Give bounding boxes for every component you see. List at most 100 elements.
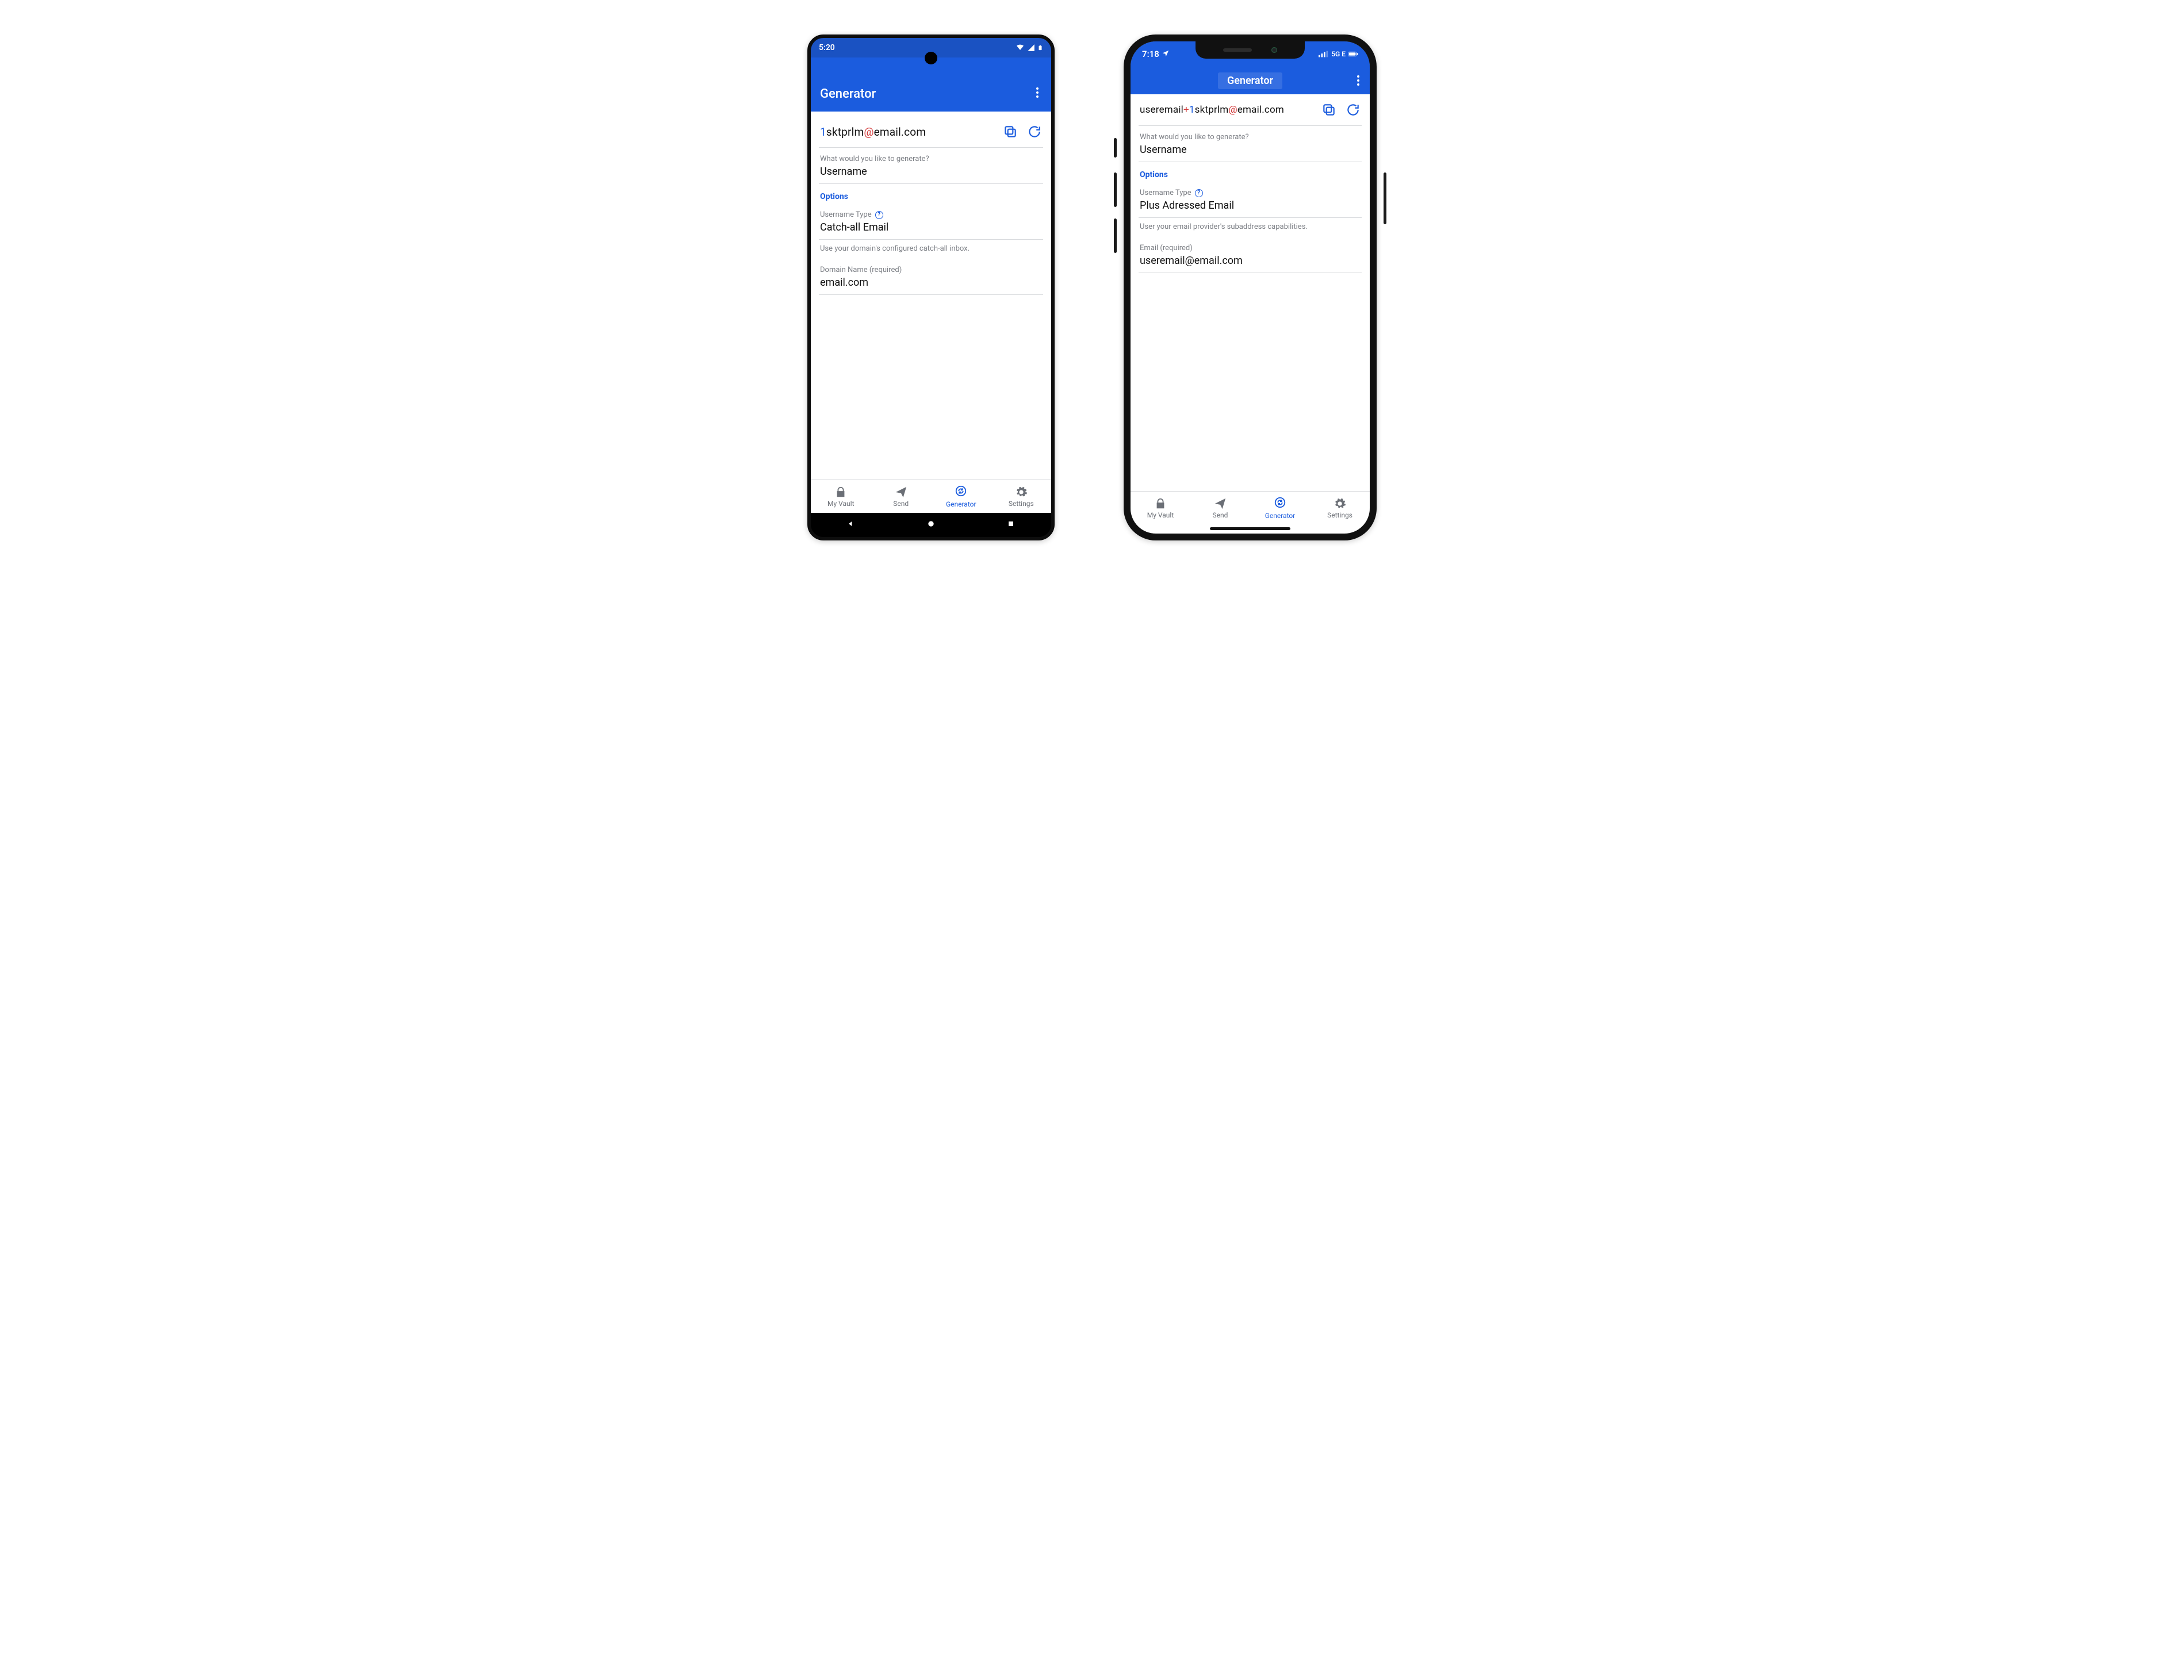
- network-label: 5G E: [1331, 50, 1346, 58]
- tab-send[interactable]: Send: [871, 480, 932, 513]
- speaker-grille: [1223, 48, 1252, 52]
- home-indicator[interactable]: [1210, 527, 1290, 530]
- generated-value: useremail+1sktprlm@email.com: [1140, 104, 1284, 116]
- generated-digit: 1: [1189, 104, 1195, 116]
- generated-value: 1sktprlm@email.com: [820, 125, 926, 139]
- username-type-helper: User your email provider's subaddress ca…: [1139, 218, 1362, 231]
- status-icons: [1016, 43, 1043, 52]
- clock: 7:18: [1142, 49, 1159, 59]
- generate-type-field[interactable]: What would you like to generate? Usernam…: [1139, 126, 1362, 162]
- location-icon: [1162, 49, 1170, 57]
- overflow-menu-button[interactable]: [1033, 84, 1042, 101]
- username-type-field[interactable]: Username Type ? Catch-all Email: [819, 204, 1043, 240]
- generated-plus: +: [1183, 104, 1189, 116]
- refresh-icon: [1346, 102, 1361, 117]
- generated-domain: email.com: [1237, 104, 1284, 116]
- generate-type-label: What would you like to generate?: [820, 155, 1042, 163]
- android-system-navbar: [811, 513, 1051, 537]
- signal-icon: [1319, 51, 1329, 57]
- side-button: [1384, 172, 1386, 224]
- username-type-label: Username Type ?: [820, 210, 1042, 219]
- back-button[interactable]: [846, 519, 856, 531]
- front-camera: [1271, 47, 1277, 53]
- gear-icon: [1334, 497, 1346, 510]
- screen-body: 1sktprlm@email.com What would you like t…: [811, 112, 1051, 482]
- screen-body: useremail+1sktprlm@email.com What would …: [1131, 94, 1370, 491]
- email-value: useremail@email.com: [1140, 255, 1361, 267]
- tab-label: Send: [893, 500, 909, 508]
- tab-label: Settings: [1009, 500, 1034, 508]
- paper-plane-icon: [1214, 497, 1227, 510]
- generate-type-label: What would you like to generate?: [1140, 133, 1361, 141]
- tab-my-vault[interactable]: My Vault: [811, 480, 871, 513]
- generated-body: sktprlm: [1195, 104, 1229, 116]
- android-device: 5:20 Generator 1sktprlm@email.com: [807, 34, 1055, 540]
- appbar: Generator: [811, 57, 1051, 112]
- tab-label: Settings: [1327, 511, 1352, 519]
- email-field[interactable]: Email (required) useremail@email.com: [1139, 237, 1362, 273]
- overflow-menu-button[interactable]: [1354, 72, 1363, 89]
- copy-icon: [1003, 124, 1018, 139]
- generated-value-row: 1sktprlm@email.com: [819, 112, 1043, 148]
- tab-generator[interactable]: Generator: [1250, 492, 1310, 524]
- domain-name-label: Domain Name (required): [820, 266, 1042, 274]
- username-type-field[interactable]: Username Type ? Plus Adressed Email: [1139, 182, 1362, 218]
- regenerate-button[interactable]: [1027, 124, 1042, 139]
- mute-switch: [1114, 138, 1117, 158]
- domain-name-value: email.com: [820, 277, 1042, 289]
- volume-down: [1114, 218, 1117, 253]
- generated-at: @: [864, 125, 873, 139]
- status-right: 5G E: [1319, 50, 1358, 58]
- tab-send[interactable]: Send: [1190, 492, 1250, 524]
- android-frame: 5:20 Generator 1sktprlm@email.com: [807, 34, 1055, 540]
- page-title: Generator: [820, 87, 876, 101]
- tab-label: Send: [1213, 511, 1228, 519]
- battery-icon: [1348, 51, 1358, 57]
- generator-icon: [1274, 496, 1286, 509]
- iphone-device: 7:18 5G E Generator useremail+1sktprlm@e…: [1124, 34, 1377, 540]
- gear-icon: [1015, 486, 1028, 498]
- battery-icon: [1037, 43, 1043, 52]
- tab-generator[interactable]: Generator: [931, 480, 991, 513]
- regenerate-button[interactable]: [1346, 102, 1361, 117]
- copy-icon: [1321, 102, 1336, 117]
- bottom-tabbar: My Vault Send Generator Settings: [811, 480, 1051, 513]
- lock-icon: [834, 486, 847, 498]
- tab-settings[interactable]: Settings: [1310, 492, 1370, 524]
- generate-type-field[interactable]: What would you like to generate? Usernam…: [819, 148, 1043, 184]
- domain-name-field[interactable]: Domain Name (required) email.com: [819, 259, 1043, 295]
- paper-plane-icon: [895, 486, 907, 498]
- generator-icon: [955, 485, 967, 497]
- tab-my-vault[interactable]: My Vault: [1131, 492, 1190, 524]
- help-icon[interactable]: ?: [1195, 189, 1203, 197]
- clock: 5:20: [819, 43, 835, 52]
- generated-at: @: [1228, 104, 1237, 116]
- generated-digit: 1: [820, 125, 826, 139]
- page-title: Generator: [1218, 72, 1282, 89]
- tab-label: My Vault: [827, 500, 855, 508]
- username-type-value: Catch-all Email: [820, 221, 1042, 233]
- generated-body: sktprlm: [826, 125, 864, 139]
- generated-value-row: useremail+1sktprlm@email.com: [1139, 94, 1362, 126]
- appbar: Generator: [1131, 67, 1370, 94]
- home-button[interactable]: [926, 519, 936, 531]
- recents-button[interactable]: [1006, 519, 1016, 531]
- volume-up: [1114, 172, 1117, 207]
- copy-button[interactable]: [1003, 124, 1018, 139]
- generated-prefix: useremail: [1140, 104, 1183, 116]
- options-header: Options: [1139, 162, 1362, 182]
- lock-icon: [1154, 497, 1167, 510]
- copy-button[interactable]: [1321, 102, 1336, 117]
- generate-type-value: Username: [820, 166, 1042, 178]
- username-type-label-text: Username Type: [820, 210, 872, 219]
- username-type-label: Username Type ?: [1140, 189, 1361, 197]
- options-header: Options: [819, 184, 1043, 204]
- iphone-frame: 7:18 5G E Generator useremail+1sktprlm@e…: [1124, 34, 1377, 540]
- generate-type-value: Username: [1140, 144, 1361, 156]
- notch: [1196, 41, 1305, 59]
- signal-icon: [1027, 44, 1035, 52]
- help-icon[interactable]: ?: [875, 211, 883, 219]
- tab-settings[interactable]: Settings: [991, 480, 1052, 513]
- refresh-icon: [1027, 124, 1042, 139]
- username-type-value: Plus Adressed Email: [1140, 200, 1361, 212]
